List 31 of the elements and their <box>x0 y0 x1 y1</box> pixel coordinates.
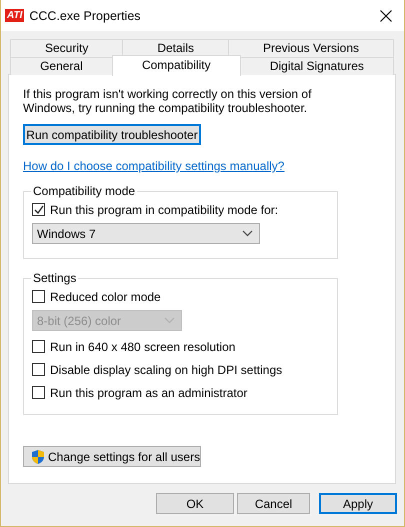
group-title: Settings <box>32 271 78 285</box>
dropdown[interactable]: Windows 7 <box>32 223 260 244</box>
tab[interactable]: Compatibility <box>112 55 241 76</box>
tab[interactable]: Digital Signatures <box>240 57 394 75</box>
checkbox-label[interactable]: Reduced color mode <box>50 290 161 304</box>
checkbox[interactable] <box>32 363 45 376</box>
app-logo: ATI <box>5 9 24 22</box>
dialog-button[interactable]: OK <box>156 493 234 514</box>
checkbox[interactable] <box>32 340 45 353</box>
tab[interactable]: General <box>10 57 113 75</box>
checkbox-label[interactable]: Run this program as an administrator <box>50 386 248 400</box>
window-title: CCC.exe Properties <box>29 8 142 22</box>
troubleshooter-button[interactable]: Run compatibility troubleshooter <box>23 124 201 145</box>
dialog-button[interactable]: Cancel <box>237 493 310 514</box>
tab[interactable]: Previous Versions <box>228 39 394 57</box>
checkbox[interactable] <box>32 290 45 303</box>
shield-icon <box>30 448 46 464</box>
checkbox-label[interactable]: Run this program in compatibility mode for: <box>50 202 278 216</box>
all-users-button[interactable]: Change settings for all users <box>23 446 201 467</box>
checkbox-label[interactable]: Run in 640 x 480 screen resolution <box>50 340 236 354</box>
close-icon[interactable] <box>380 10 392 22</box>
checkbox[interactable] <box>32 386 45 399</box>
dialog-button[interactable]: Apply <box>319 493 397 514</box>
intro-text: If this program isn't working correctly on this version of Windows, try running the compatibility troubleshooter. <box>23 87 312 115</box>
checkbox[interactable] <box>32 203 45 216</box>
group-title: Compatibility mode <box>32 184 136 198</box>
tab[interactable]: Security <box>10 39 124 57</box>
chevron-icon <box>164 317 175 324</box>
help-link[interactable]: How do I choose compatibility settings manually? <box>23 159 284 173</box>
checkbox-label[interactable]: Disable display scaling on high DPI settings <box>50 362 282 376</box>
chevron-icon <box>242 230 253 237</box>
